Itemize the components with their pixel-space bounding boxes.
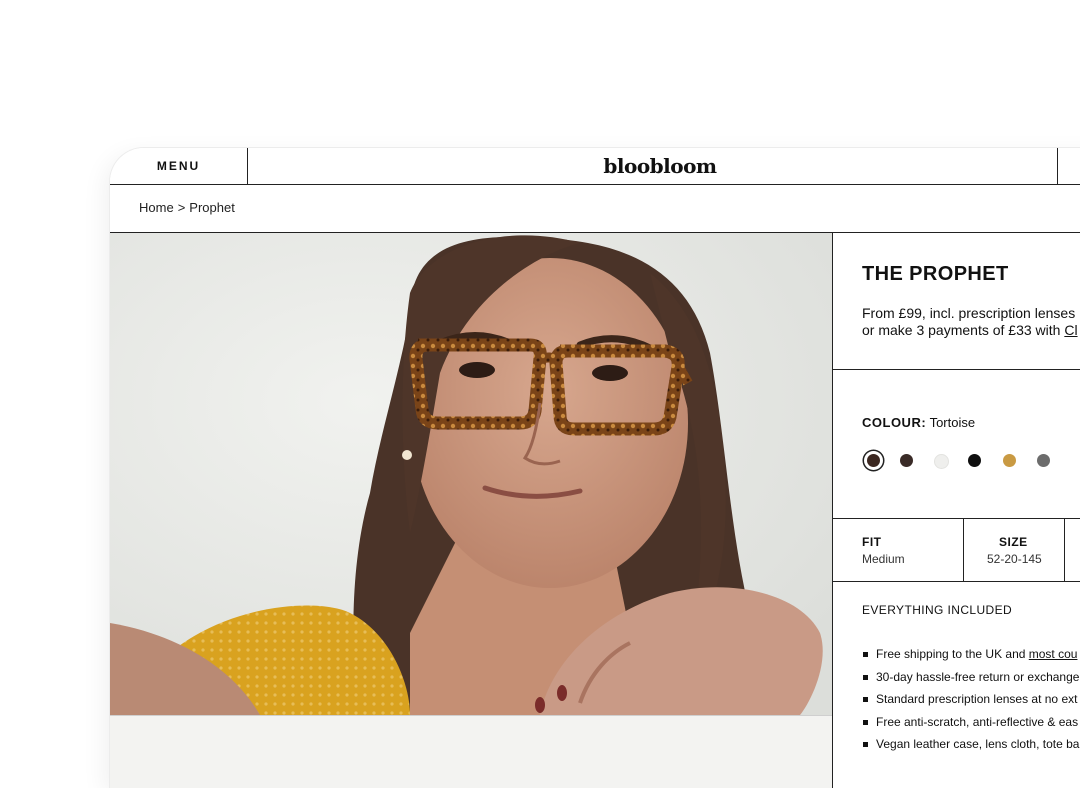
included-list: Free shipping to the UK and most cou 30-… (862, 643, 1079, 756)
section-divider (833, 581, 1080, 582)
swatch-honey[interactable] (1003, 454, 1016, 467)
swatch-dark-brown[interactable] (900, 454, 913, 467)
list-item: 30-day hassle-free return or exchange (862, 666, 1079, 689)
colour-value: Tortoise (929, 415, 976, 430)
model-wearing-glasses-image (110, 233, 832, 715)
payment-text: or make 3 payments of £33 with (862, 322, 1065, 338)
swatch-tortoise[interactable] (867, 454, 880, 467)
payment-provider-link[interactable]: Cl (1064, 322, 1077, 338)
product-title: THE PROPHET (862, 263, 1009, 285)
colour-label-title: COLOUR: (862, 415, 927, 430)
browser-frame: MENU bloobloom Home > Prophet THE PROPHE… (110, 148, 1080, 788)
menu-button[interactable]: MENU (110, 148, 248, 184)
list-item-text: Free anti-scratch, anti-reflective & eas (876, 714, 1079, 729)
size-spec: SIZE 52-20-145 (963, 519, 1065, 581)
swatch-grey[interactable] (1037, 454, 1050, 467)
product-photo[interactable] (110, 233, 832, 715)
list-item-text: Free shipping to the UK and (876, 647, 1029, 661)
swatch-clear[interactable] (934, 454, 949, 469)
colour-label: COLOUR: Tortoise (862, 415, 975, 430)
list-item-text: Vegan leather case, lens cloth, tote ba (876, 737, 1080, 751)
fit-label: FIT (862, 535, 882, 549)
product-details-panel: THE PROPHET From £99, incl. prescription… (832, 233, 1080, 788)
list-item: Free anti-scratch, anti-reflective & eas (862, 711, 1079, 734)
countries-link[interactable]: most cou (1029, 647, 1078, 661)
size-label: SIZE (999, 535, 1028, 549)
price-info: From £99, incl. prescription lenses or m… (862, 305, 1078, 339)
breadcrumb-separator: > (177, 200, 186, 215)
size-value: 52-20-145 (987, 552, 1042, 566)
top-navigation: MENU bloobloom (110, 148, 1080, 185)
list-item: Free shipping to the UK and most cou (862, 643, 1079, 666)
list-item: Standard prescription lenses at no ext (862, 688, 1079, 711)
gallery-area (110, 715, 832, 788)
list-item-text: Standard prescription lenses at no ext (876, 692, 1078, 706)
breadcrumb: Home > Prophet (139, 200, 235, 215)
list-item: Vegan leather case, lens cloth, tote ba (862, 733, 1079, 756)
swatch-black[interactable] (968, 454, 981, 467)
fit-spec: FIT Medium (833, 519, 964, 581)
price-line: From £99, incl. prescription lenses (862, 305, 1076, 321)
nav-divider (1057, 148, 1058, 184)
breadcrumb-home-link[interactable]: Home (139, 200, 174, 215)
included-title: EVERYTHING INCLUDED (862, 603, 1013, 617)
breadcrumb-current: Prophet (189, 200, 235, 215)
payment-line: or make 3 payments of £33 with Cl (862, 322, 1078, 339)
brand-logo[interactable]: bloobloom (510, 148, 810, 184)
fit-value: Medium (862, 552, 905, 566)
list-item-text: 30-day hassle-free return or exchange (876, 669, 1080, 684)
section-divider (833, 369, 1080, 370)
